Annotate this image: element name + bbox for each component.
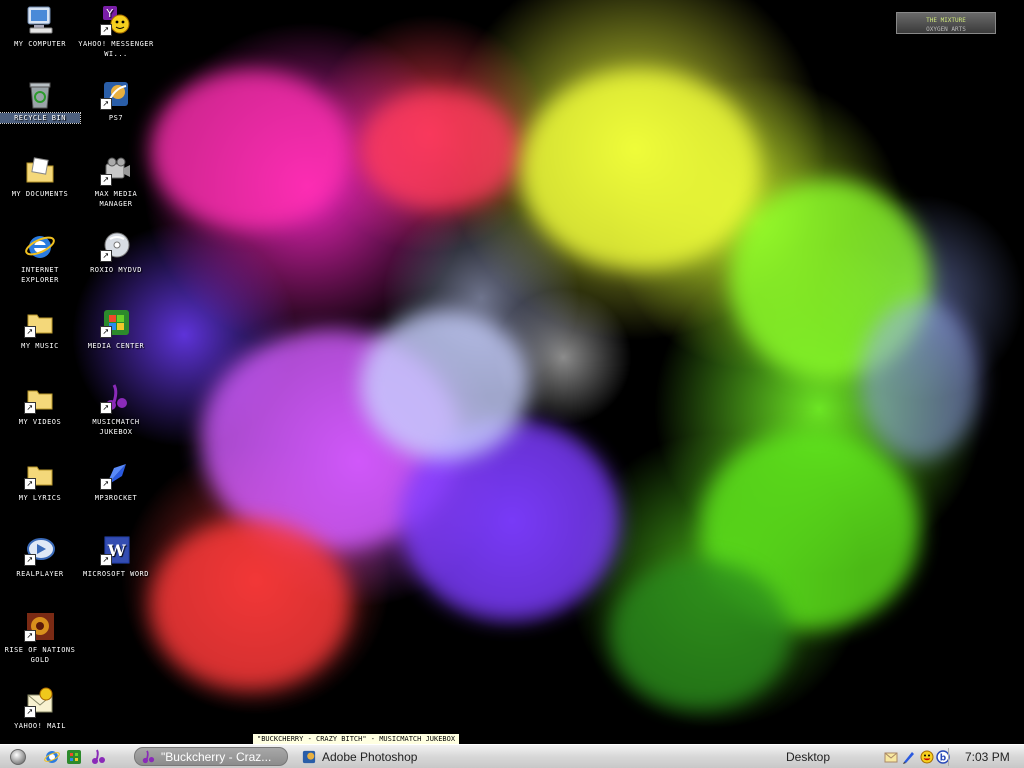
game-icon: ↗ — [24, 610, 56, 642]
dvd-icon: ↗ — [100, 230, 132, 262]
desktop-icon-realplayer[interactable]: ↗ REALPLAYER — [0, 534, 80, 579]
desktop-icon-microsoft-word[interactable]: W ↗ MICROSOFT WORD — [76, 534, 156, 579]
mail-icon[interactable] — [884, 750, 898, 764]
wallpaper-blob — [150, 520, 350, 690]
smiley-icon[interactable] — [920, 750, 934, 764]
task-button-photoshop[interactable]: Adobe Photoshop — [296, 747, 456, 766]
media-center-icon: ↗ — [100, 306, 132, 338]
icon-label: RISE OF NATIONS GOLD — [4, 646, 76, 664]
shortcut-arrow-icon: ↗ — [100, 326, 112, 338]
musicmatch-icon: ↗ — [100, 382, 132, 414]
musicmatch-icon — [142, 749, 155, 763]
icon-label: RECYCLE BIN — [0, 112, 81, 124]
realplayer-icon: ↗ — [24, 534, 56, 566]
logo-title: THE MIXTURE — [926, 17, 966, 24]
icon-label: MY COMPUTER — [14, 40, 66, 48]
icon-label: PS7 — [108, 114, 124, 122]
icon-label: MUSICMATCH JUKEBOX — [92, 418, 140, 436]
desktop-icon-rise-of-nations[interactable]: ↗ RISE OF NATIONS GOLD — [0, 610, 80, 665]
internet-explorer-icon — [24, 230, 56, 262]
icon-label: REALPLAYER — [16, 570, 64, 578]
icon-label: MY MUSIC — [21, 342, 59, 350]
icon-label: MAX MEDIA MANAGER — [94, 190, 138, 208]
icon-label: MY DOCUMENTS — [11, 190, 69, 198]
taskbar-clock[interactable]: 7:03 PM — [965, 750, 1010, 764]
icon-label: MEDIA CENTER — [87, 342, 145, 350]
shortcut-arrow-icon: ↗ — [24, 478, 36, 490]
shortcut-arrow-icon: ↗ — [100, 478, 112, 490]
desktop-icon-recycle-bin[interactable]: RECYCLE BIN — [0, 78, 81, 124]
icon-label: YAHOO! MESSENGER WI... — [78, 40, 154, 58]
shortcut-arrow-icon: ↗ — [100, 24, 112, 36]
desktop-icon-musicmatch[interactable]: ↗ MUSICMATCH JUKEBOX — [76, 382, 156, 437]
media-manager-icon: ↗ — [100, 154, 132, 186]
shortcut-arrow-icon: ↗ — [24, 326, 36, 338]
folder-icon: ↗ — [24, 382, 56, 414]
shortcut-arrow-icon: ↗ — [100, 402, 112, 414]
wallpaper-blob — [150, 70, 350, 230]
desktop-icon-max-media-manager[interactable]: ↗ MAX MEDIA MANAGER — [76, 154, 156, 209]
recycle-bin-icon — [24, 78, 56, 110]
desktop-icon-my-lyrics[interactable]: ↗ MY LYRICS — [0, 458, 80, 503]
desktop-icon-yahoo-messenger[interactable]: Y ↗ YAHOO! MESSENGER WI... — [76, 4, 156, 59]
icon-label: MY VIDEOS — [18, 418, 62, 426]
wallpaper-blob — [610, 560, 790, 710]
desktop-icon-my-documents[interactable]: MY DOCUMENTS — [0, 154, 80, 199]
yahoo-messenger-icon: Y ↗ — [100, 4, 132, 36]
tray-separator — [948, 748, 949, 766]
desktop-toolbar-label[interactable]: Desktop — [786, 750, 830, 764]
taskbar: "Buckcherry - Craz... Adobe Photoshop De… — [0, 744, 1024, 768]
desktop-icon-mp3rocket[interactable]: ↗ MP3ROCKET — [76, 458, 156, 503]
shortcut-arrow-icon: ↗ — [24, 630, 36, 642]
wallpaper-blob — [360, 310, 530, 460]
photoshop-icon — [302, 750, 316, 763]
desktop-icon-my-music[interactable]: ↗ MY MUSIC — [0, 306, 80, 351]
word-icon: W ↗ — [100, 534, 132, 566]
quicklaunch-internet-explorer[interactable] — [44, 749, 60, 765]
icon-label: MP3ROCKET — [94, 494, 138, 502]
wallpaper-blob — [860, 300, 980, 460]
icon-label: MY LYRICS — [18, 494, 62, 502]
icon-label: MICROSOFT WORD — [82, 570, 149, 578]
quicklaunch-musicmatch[interactable] — [90, 749, 106, 765]
quicklaunch-media-center[interactable] — [66, 749, 82, 765]
desktop-icon-my-videos[interactable]: ↗ MY VIDEOS — [0, 382, 80, 427]
shortcut-arrow-icon: ↗ — [24, 402, 36, 414]
icon-label: YAHOO! MAIL — [14, 722, 66, 730]
yahoo-mail-icon: ↗ — [24, 686, 56, 718]
desktop-icon-roxio-mydvd[interactable]: ↗ ROXIO MYDVD — [76, 230, 156, 275]
shortcut-arrow-icon: ↗ — [24, 554, 36, 566]
desktop-icon-media-center[interactable]: ↗ MEDIA CENTER — [76, 306, 156, 351]
folder-icon: ↗ — [24, 306, 56, 338]
shortcut-arrow-icon: ↗ — [100, 174, 112, 186]
mp3rocket-icon: ↗ — [100, 458, 132, 490]
photoshop-icon: ↗ — [100, 78, 132, 110]
task-label: Adobe Photoshop — [322, 749, 418, 764]
desktop-icon-my-computer[interactable]: MY COMPUTER — [0, 4, 80, 49]
icon-label: ROXIO MYDVD — [90, 266, 142, 274]
icon-label: INTERNET EXPLORER — [21, 266, 59, 284]
svg-text:b: b — [940, 754, 947, 764]
wallpaper-logo-badge: THE MIXTURE OXYGEN ARTS — [896, 12, 996, 34]
task-button-musicmatch[interactable]: "Buckcherry - Craz... — [134, 747, 288, 766]
shortcut-arrow-icon: ↗ — [100, 98, 112, 110]
desktop-icon-yahoo-mail[interactable]: ↗ YAHOO! MAIL — [0, 686, 80, 731]
computer-icon — [24, 4, 56, 36]
wallpaper-blob — [360, 90, 520, 210]
shortcut-arrow-icon: ↗ — [100, 250, 112, 262]
svg-text:Y: Y — [105, 7, 113, 20]
desktop-icon-ps7[interactable]: ↗ PS7 — [76, 78, 156, 123]
shortcut-arrow-icon: ↗ — [24, 706, 36, 718]
folder-documents-icon — [24, 154, 56, 186]
logo-subtitle: OXYGEN ARTS — [926, 26, 966, 33]
shortcut-arrow-icon: ↗ — [100, 554, 112, 566]
task-label: "Buckcherry - Craz... — [161, 749, 272, 764]
desktop-icon-internet-explorer[interactable]: INTERNET EXPLORER — [0, 230, 80, 285]
start-button[interactable] — [10, 749, 26, 765]
folder-icon: ↗ — [24, 458, 56, 490]
pen-icon[interactable] — [902, 750, 916, 764]
wallpaper-blob — [520, 70, 760, 270]
